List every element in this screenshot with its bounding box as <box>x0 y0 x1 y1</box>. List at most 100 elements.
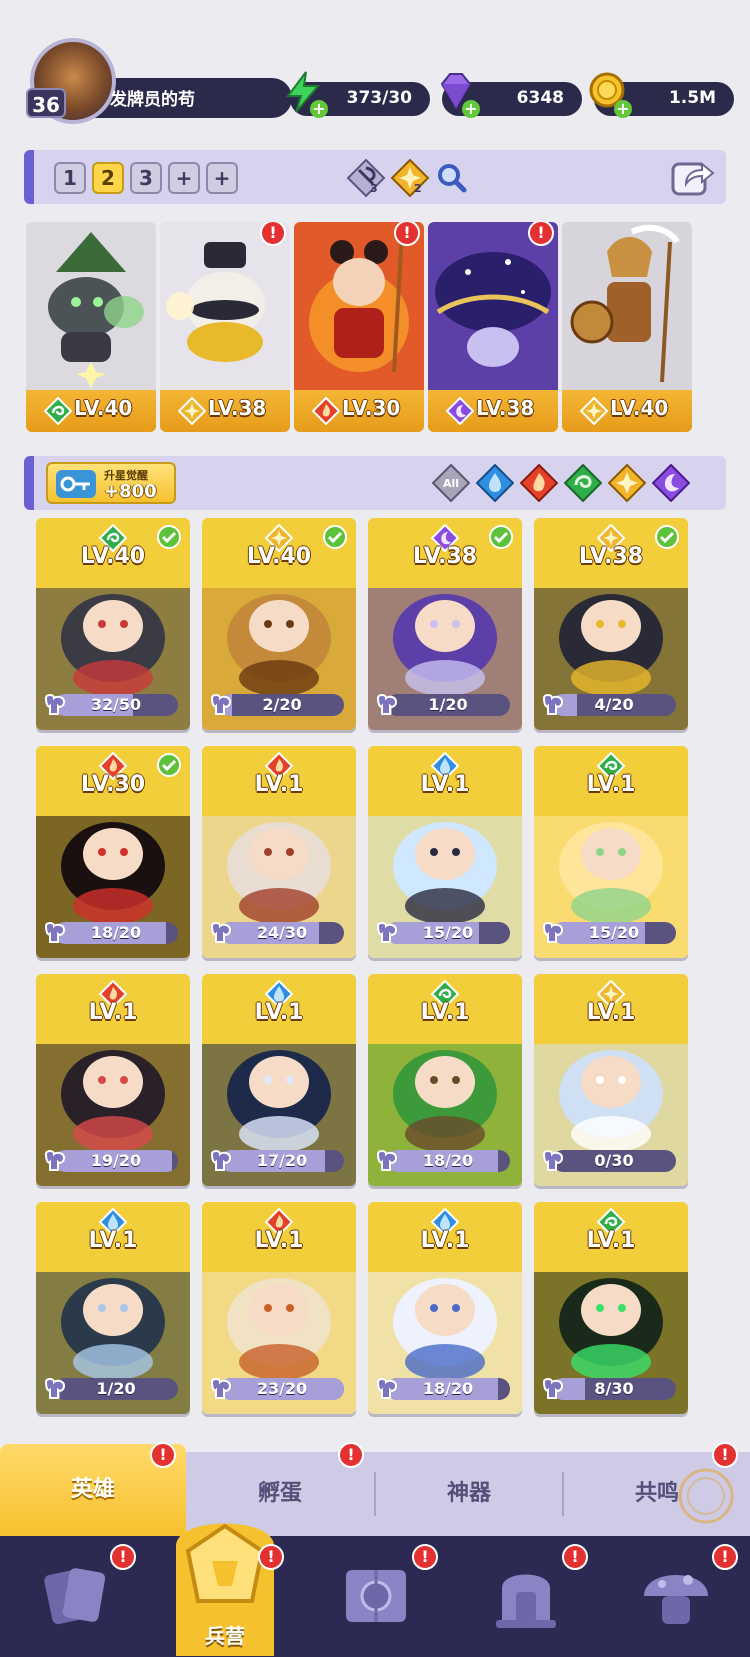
team-hero-card[interactable]: ! LV.38 <box>160 222 290 432</box>
share-icon[interactable] <box>670 156 716 198</box>
light-element-icon <box>178 397 206 425</box>
nav-barracks[interactable]: ! 兵营 <box>150 1498 300 1657</box>
hero-shard-progress: 17/20 <box>220 1150 344 1172</box>
team-slot-add-1[interactable]: + <box>168 162 200 194</box>
notification-badge: ! <box>150 1442 176 1468</box>
hero-card[interactable]: LV.1 19/20 <box>36 974 190 1186</box>
coin-value: 1.5M <box>668 88 716 108</box>
hero-shard-count: 8/30 <box>594 1379 634 1398</box>
hero-shard-count: 1/20 <box>96 1379 136 1398</box>
hero-card[interactable]: LV.1 18/20 <box>368 974 522 1186</box>
team-slot-2[interactable]: 2 <box>92 162 124 194</box>
hero-shard-count: 23/20 <box>256 1379 308 1398</box>
hero-card[interactable]: LV.1 15/20 <box>368 746 522 958</box>
shard-icon <box>542 1378 564 1399</box>
hero-shard-count: 18/20 <box>90 923 142 942</box>
hero-card[interactable]: LV.1 8/30 <box>534 1202 688 1414</box>
team-hero-level: LV.40 <box>74 396 133 420</box>
svg-text:2: 2 <box>414 182 422 195</box>
dark-element-icon <box>446 397 474 425</box>
search-icon[interactable] <box>432 158 472 198</box>
shard-icon <box>376 1150 398 1171</box>
category-tabs: 英雄 ! 孵蛋 ! 神器 共鸣 ! <box>0 1442 750 1536</box>
cards-icon <box>44 1568 106 1625</box>
hero-portrait-fire-mage <box>294 222 424 392</box>
notification-badge: ! <box>258 1544 284 1570</box>
gem-add-button[interactable]: + <box>462 100 480 118</box>
team-hero-card[interactable]: ! LV.38 <box>428 222 558 432</box>
map-icon <box>346 1570 406 1622</box>
filter-light-icon[interactable] <box>608 464 646 502</box>
notification-badge: ! <box>712 1544 738 1570</box>
team-slot-add-2[interactable]: + <box>206 162 238 194</box>
nav-cards[interactable]: ! <box>0 1536 150 1657</box>
nav-map[interactable]: ! <box>300 1536 450 1657</box>
hero-shard-progress: 18/20 <box>386 1378 510 1400</box>
team-hero-card[interactable]: ! LV.30 <box>294 222 424 432</box>
shard-icon <box>44 1150 66 1171</box>
energy-counter[interactable]: + 373/30 <box>286 71 430 118</box>
filter-dark-icon[interactable] <box>652 464 690 502</box>
team-slot-3[interactable]: 3 <box>130 162 162 194</box>
hero-level: LV.1 <box>586 1228 636 1253</box>
hero-card[interactable]: LV.38 1/20 <box>368 518 522 730</box>
filter-nature-icon[interactable] <box>564 464 602 502</box>
filter-all-button[interactable]: All <box>432 464 470 502</box>
hero-shard-progress: 18/20 <box>386 1150 510 1172</box>
hero-card[interactable]: LV.1 24/30 <box>202 746 356 958</box>
hero-level: LV.30 <box>80 772 146 797</box>
player-name: 发牌员的苟 <box>110 90 195 110</box>
hero-card[interactable]: LV.1 15/20 <box>534 746 688 958</box>
hero-shard-progress: 19/20 <box>54 1150 178 1172</box>
gem-value: 6348 <box>516 88 564 108</box>
nature-element-icon <box>44 397 72 425</box>
team-hero-card[interactable]: LV.40 <box>562 222 692 432</box>
hero-level: LV.40 <box>80 544 146 569</box>
player-profile[interactable]: 36 发牌员的苟 <box>26 38 292 124</box>
gem-counter[interactable]: + 6348 <box>440 73 582 118</box>
hero-shard-progress: 1/20 <box>386 694 510 716</box>
nav-mushroom-house[interactable]: ! <box>600 1536 750 1657</box>
filter-fire-icon[interactable] <box>520 464 558 502</box>
hero-card[interactable]: LV.40 2/20 <box>202 518 356 730</box>
team-hero-level-bar: LV.40 <box>26 390 156 432</box>
key-icon <box>56 470 96 498</box>
svg-text:3: 3 <box>370 182 378 195</box>
team-hero-card[interactable]: LV.40 <box>26 222 156 432</box>
light-class-icon[interactable]: 2 <box>390 158 430 198</box>
hero-shard-count: 2/20 <box>262 695 302 714</box>
shard-icon <box>542 694 564 715</box>
floating-assist-icon[interactable] <box>676 1466 736 1526</box>
hero-card[interactable]: LV.1 1/20 <box>36 1202 190 1414</box>
hero-portrait-cat-gentleman <box>160 222 290 392</box>
filter-water-icon[interactable] <box>476 464 514 502</box>
hero-card[interactable]: LV.1 0/30 <box>534 974 688 1186</box>
energy-add-button[interactable]: + <box>310 100 328 118</box>
hero-shard-count: 4/20 <box>594 695 634 714</box>
hero-card[interactable]: LV.1 18/20 <box>368 1202 522 1414</box>
team-hero-level-bar: LV.38 <box>428 390 558 432</box>
notification-badge: ! <box>338 1442 364 1468</box>
hero-level: LV.1 <box>420 772 470 797</box>
nav-shrine[interactable]: ! <box>450 1536 600 1657</box>
light-element-icon <box>580 397 608 425</box>
coin-add-button[interactable]: + <box>614 100 632 118</box>
coin-counter[interactable]: + 1.5M <box>589 72 734 118</box>
hero-level: LV.1 <box>586 772 636 797</box>
player-level-badge: 36 <box>26 88 66 118</box>
hero-filter-bar: 升星觉醒 +800 All <box>24 456 726 510</box>
hero-card[interactable]: LV.1 17/20 <box>202 974 356 1186</box>
hero-shard-count: 0/30 <box>594 1151 634 1170</box>
team-hero-level: LV.30 <box>342 396 401 420</box>
axe-class-icon[interactable]: 3 <box>346 158 386 198</box>
awaken-button[interactable]: 升星觉醒 +800 <box>46 462 176 504</box>
hero-shard-count: 15/20 <box>588 923 640 942</box>
tab-artifacts[interactable]: 神器 <box>376 1452 562 1536</box>
fire-element-icon <box>312 397 340 425</box>
hero-card[interactable]: LV.1 23/20 <box>202 1202 356 1414</box>
team-selector-bar: 1 2 3 + + 3 2 <box>24 150 726 204</box>
hero-card[interactable]: LV.38 4/20 <box>534 518 688 730</box>
team-slot-1[interactable]: 1 <box>54 162 86 194</box>
hero-card[interactable]: LV.30 18/20 <box>36 746 190 958</box>
hero-card[interactable]: LV.40 32/50 <box>36 518 190 730</box>
